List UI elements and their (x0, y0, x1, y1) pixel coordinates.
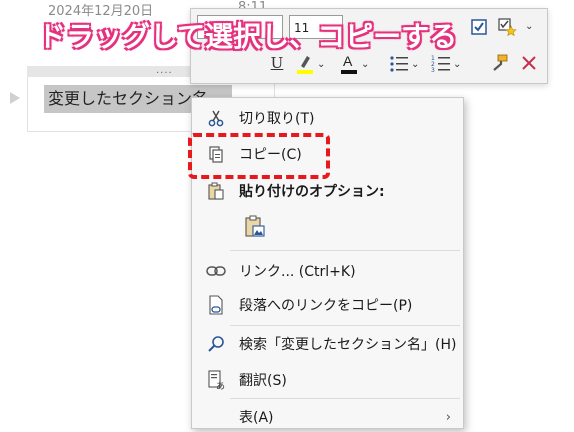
menu-item-cut[interactable]: 切り取り(T) (192, 103, 463, 133)
menu-item-link[interactable]: リンク... (Ctrl+K) (192, 256, 463, 286)
chevron-down-icon[interactable]: ⌄ (525, 21, 533, 32)
highlight-color-bar (297, 70, 313, 74)
menu-item-translate[interactable]: あ 翻訳(S) (192, 365, 463, 395)
menu-item-label: リンク... (Ctrl+K) (239, 264, 356, 280)
paste-icon (204, 179, 228, 203)
translate-icon: あ (204, 368, 228, 392)
search-icon (204, 332, 228, 356)
svg-text:A: A (343, 53, 353, 69)
chevron-down-icon[interactable]: ⌄ (453, 59, 461, 70)
svg-text:あ: あ (216, 381, 225, 390)
chevron-down-icon[interactable]: ⌄ (411, 59, 419, 70)
menu-item-search[interactable]: 検索「変更したセクション名」(H) (192, 329, 463, 359)
chevron-right-icon: › (445, 409, 451, 425)
menu-item-label: 翻訳(S) (239, 373, 287, 389)
menu-item-label: 段落へのリンクをコピー(P) (239, 298, 413, 314)
menu-item-label: 切り取り(T) (239, 111, 315, 127)
menu-item-table[interactable]: 表(A) › (192, 402, 463, 432)
menu-item-paste-options: 貼り付けのオプション: (192, 176, 463, 206)
menu-item-label: 表(A) (239, 410, 274, 426)
paragraph-link-icon (204, 293, 228, 317)
menu-divider (230, 398, 460, 399)
clear-x-lines (522, 56, 536, 70)
svg-text:3: 3 (431, 67, 435, 72)
chevron-down-icon[interactable]: ⌄ (317, 59, 325, 70)
clear-format-icon[interactable] (517, 51, 541, 75)
menu-item-copy-paragraph-link[interactable]: 段落へのリンクをコピー(P) (192, 290, 463, 320)
menu-divider (230, 250, 460, 251)
menu-item-label: 貼り付けのオプション: (239, 184, 385, 200)
instruction-banner: ドラッグして選択し、コピーする (38, 20, 458, 53)
link-icon (204, 259, 228, 283)
tag-star-icon[interactable] (495, 15, 519, 39)
handle-dots: .... (156, 65, 173, 76)
copy-highlight-frame (188, 133, 330, 179)
table-icon (204, 405, 228, 429)
menu-item-label: 検索「変更したセクション名」(H) (239, 337, 457, 353)
todo-tag-icon[interactable] (467, 15, 491, 39)
menu-divider (230, 325, 460, 326)
triangle-marker-icon[interactable] (10, 92, 20, 104)
chevron-down-icon[interactable]: ⌄ (361, 59, 369, 70)
paste-picture-icon[interactable] (242, 214, 268, 240)
scissors-icon (204, 106, 228, 130)
format-painter-icon[interactable] (487, 51, 511, 75)
